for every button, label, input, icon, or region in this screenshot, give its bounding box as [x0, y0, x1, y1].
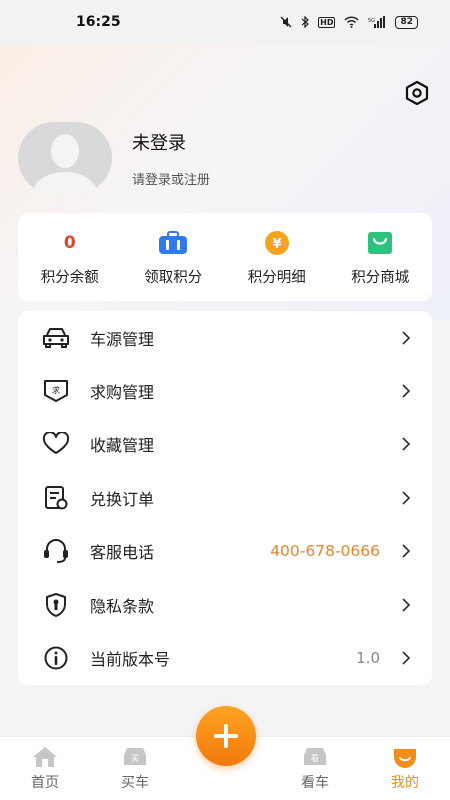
- svg-text:买: 买: [131, 754, 139, 763]
- svg-text:看: 看: [311, 754, 319, 763]
- publish-button[interactable]: [196, 706, 256, 766]
- buy-car-icon: 买: [124, 748, 146, 765]
- settings-button[interactable]: [404, 80, 430, 106]
- mute-icon: [280, 16, 292, 28]
- tab-home[interactable]: 首页: [0, 736, 90, 800]
- hd-icon: HD: [318, 16, 336, 28]
- menu-item-privacy-policy[interactable]: 隐私条款: [18, 578, 432, 631]
- status-icons: HD 5G 82: [280, 15, 418, 29]
- profile-icon: [394, 749, 416, 768]
- tab-buy-car[interactable]: 买 买车: [90, 736, 180, 800]
- points-detail[interactable]: ¥ 积分明细: [225, 213, 329, 301]
- hexagon-gear-icon: [405, 80, 429, 106]
- headset-icon: [44, 539, 68, 564]
- shield-icon: [46, 592, 66, 617]
- menu-item-exchange-orders[interactable]: 兑换订单: [18, 471, 432, 524]
- menu-label: 客服电话: [90, 543, 155, 563]
- points-mall-label: 积分商城: [351, 270, 410, 286]
- profile-name[interactable]: 未登录: [132, 129, 210, 155]
- view-car-icon: 看: [304, 748, 326, 765]
- points-mall[interactable]: 积分商城: [329, 213, 433, 301]
- tab-view-car[interactable]: 看 看车: [270, 736, 360, 800]
- info-icon: [44, 646, 68, 670]
- svg-text:¥: ¥: [272, 237, 281, 252]
- phone-number[interactable]: 400-678-0666: [270, 542, 380, 560]
- svg-text:5G: 5G: [368, 18, 375, 24]
- menu-item-purchase-requests[interactable]: 求 求购管理: [18, 364, 432, 417]
- battery-indicator: 82: [395, 15, 418, 29]
- wanted-badge-icon: 求: [44, 380, 68, 403]
- svg-text:求: 求: [52, 385, 60, 395]
- menu-item-app-version[interactable]: 当前版本号 1.0: [18, 631, 432, 684]
- default-avatar-icon: [18, 122, 112, 194]
- bluetooth-icon: [301, 16, 310, 28]
- version-number: 1.0: [356, 649, 380, 668]
- publish-tab: [180, 706, 270, 800]
- tab-label: 看车: [301, 775, 329, 791]
- avatar[interactable]: [18, 122, 112, 194]
- menu-label: 求购管理: [90, 383, 155, 403]
- order-document-icon: [45, 485, 68, 510]
- chevron-right-icon: [402, 491, 411, 505]
- briefcase-icon: [159, 231, 188, 254]
- claim-points-label: 领取积分: [144, 270, 203, 286]
- login-register-link[interactable]: 请登录或注册: [132, 169, 210, 188]
- signal-icon: 5G: [368, 16, 386, 28]
- menu-item-favorites[interactable]: 收藏管理: [18, 418, 432, 471]
- points-balance[interactable]: 0 积分余额: [18, 213, 122, 301]
- points-balance-label: 积分余额: [40, 270, 99, 286]
- tab-label: 首页: [31, 775, 59, 791]
- profile-header[interactable]: 未登录 请登录或注册: [18, 122, 210, 194]
- menu-label: 兑换订单: [90, 489, 155, 509]
- chevron-right-icon: [402, 437, 411, 452]
- chevron-right-icon: [402, 651, 411, 665]
- chevron-right-icon: [402, 331, 411, 345]
- menu-label: 隐私条款: [90, 596, 155, 616]
- shopping-bag-icon: [368, 232, 393, 254]
- tab-mine[interactable]: 我的: [360, 736, 450, 800]
- bottom-tab-bar: 首页 买 买车 看 看车 我的: [0, 706, 450, 800]
- plus-icon: [214, 724, 238, 748]
- menu-label: 车源管理: [90, 329, 155, 349]
- tab-label: 买车: [121, 775, 149, 791]
- heart-icon: [42, 432, 70, 455]
- menu-item-vehicle-management[interactable]: 车源管理: [18, 311, 432, 364]
- tab-label: 我的: [391, 775, 419, 791]
- car-icon: [43, 327, 69, 348]
- points-balance-value: 0: [63, 233, 76, 253]
- menu-item-customer-service[interactable]: 客服电话 400-678-0666: [18, 525, 432, 578]
- points-card: 0 积分余额 领取积分 ¥ 积分明细 积分商城: [18, 213, 432, 301]
- menu-label: 当前版本号: [90, 650, 171, 670]
- chevron-right-icon: [402, 544, 411, 558]
- home-icon: [33, 747, 57, 767]
- yen-coin-icon: ¥: [264, 231, 289, 255]
- chevron-right-icon: [402, 598, 411, 612]
- status-time: 16:25: [76, 14, 121, 30]
- menu-label: 收藏管理: [90, 436, 155, 456]
- wifi-icon: [344, 16, 360, 28]
- menu-card: 车源管理 求 求购管理 收藏管理 兑换订单 客服电话 400-678-0666 …: [18, 311, 432, 685]
- chevron-right-icon: [402, 384, 411, 398]
- status-bar: 16:25 HD 5G 82: [0, 0, 450, 44]
- points-detail-label: 积分明细: [247, 270, 306, 286]
- claim-points[interactable]: 领取积分: [122, 213, 226, 301]
